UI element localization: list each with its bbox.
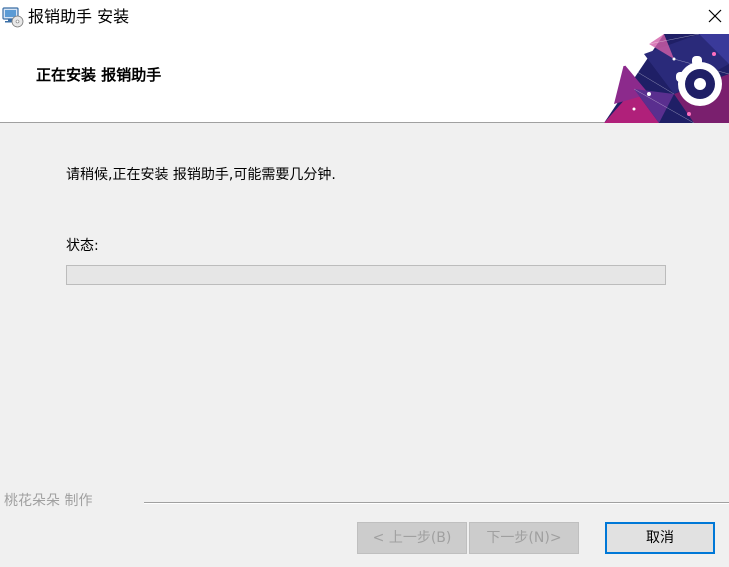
- brand-credit: 桃花朵朵 制作: [4, 493, 93, 509]
- footer-separator: [144, 502, 729, 504]
- status-label: 状态:: [66, 238, 99, 254]
- header-banner: 正在安装 报销助手: [0, 33, 729, 124]
- install-message: 请稍候,正在安装 报销助手,可能需要几分钟.: [66, 167, 336, 183]
- puzzle-triangle-graphic: [604, 33, 729, 124]
- close-icon: [708, 8, 722, 27]
- cancel-button[interactable]: 取消: [605, 522, 715, 554]
- computer-disc-icon: [2, 6, 24, 28]
- page-heading: 正在安装 报销助手: [36, 66, 162, 84]
- progress-bar: [66, 265, 666, 285]
- back-button[interactable]: < 上一步(B): [357, 522, 467, 554]
- window-title: 报销助手 安装: [28, 7, 130, 26]
- title-bar: 报销助手 安装: [0, 0, 729, 34]
- close-button[interactable]: [701, 0, 729, 34]
- next-button[interactable]: 下一步(N)>: [469, 522, 579, 554]
